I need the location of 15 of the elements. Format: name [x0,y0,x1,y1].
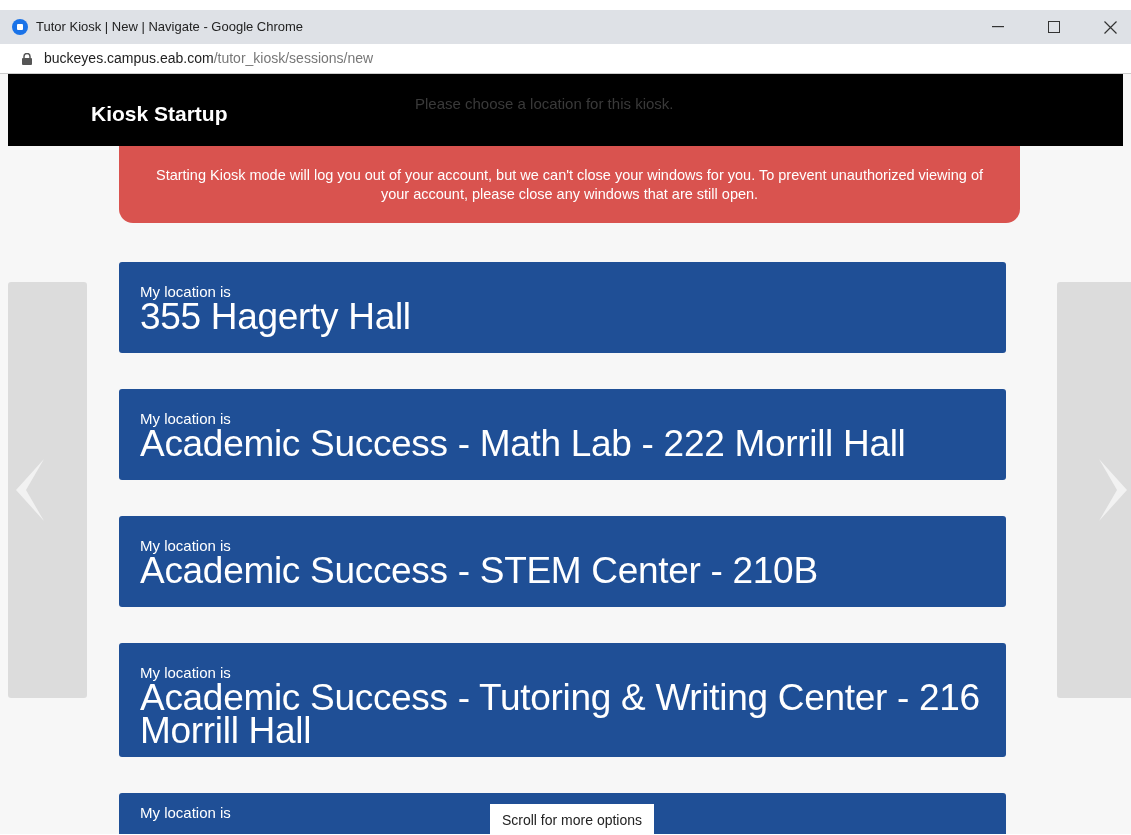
scroll-hint: Scroll for more options [490,804,654,834]
close-icon[interactable] [1104,20,1117,34]
url-text[interactable]: buckeyes.campus.eab.com/tutor_kiosk/sessions/new [44,48,374,69]
warning-banner: Starting Kiosk mode will log you out of your account, but we can't close your windows for you. To prevent unauthorized viewing of your account, please close any windows that are still open. [119,146,1020,223]
location-button[interactable]: My location is Academic Success - STEM Center - 210B [119,516,1006,607]
location-button[interactable]: My location is Academic Success - Tutoring & Writing Center - 216 Morrill Hall [119,643,1006,757]
page-title: Kiosk Startup [91,101,228,127]
page-subtitle: Please choose a location for this kiosk. [415,94,674,114]
site-icon [12,19,28,35]
minimize-icon[interactable] [992,26,1004,28]
maximize-icon[interactable] [1048,21,1060,33]
location-button[interactable]: My location is Academic Success - Math Lab - 222 Morrill Hall [119,389,1006,480]
lock-icon [22,52,32,65]
window-title: Tutor Kiosk | New | Navigate - Google Chrome [36,18,304,37]
location-button[interactable]: My location is 355 Hagerty Hall [119,262,1006,353]
